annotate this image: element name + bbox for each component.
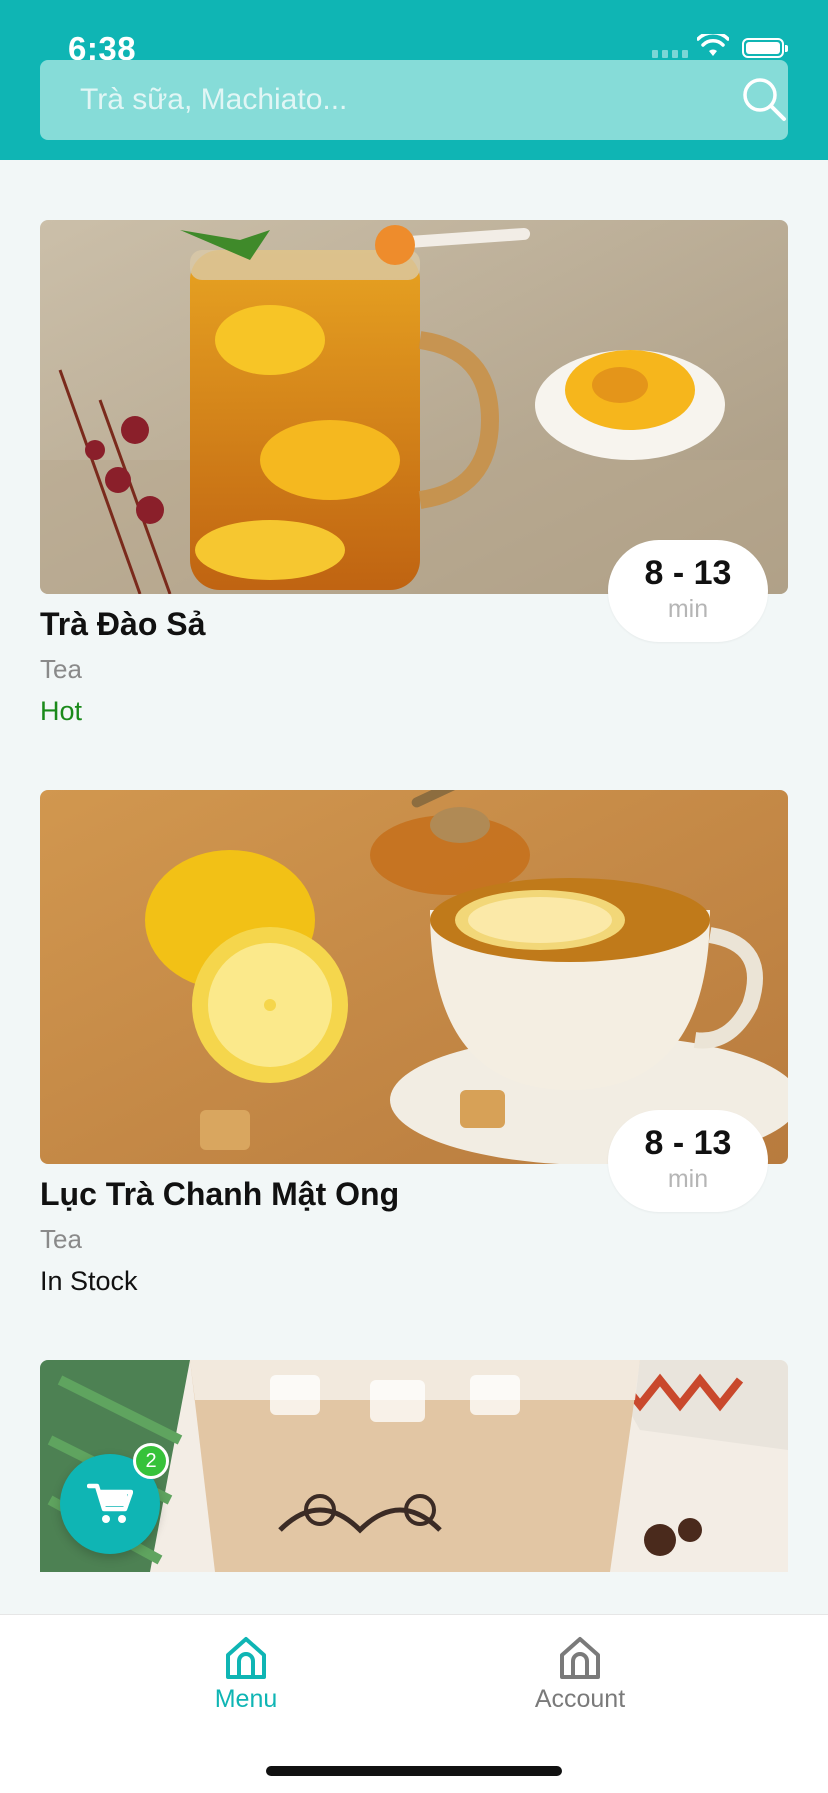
drink-name: Lục Trà Chanh Mật Ong	[40, 1176, 400, 1212]
drink-status: In Stock	[40, 1266, 138, 1296]
drink-name: Trà Đào Sả	[40, 606, 206, 642]
app-header: 6:38	[0, 0, 828, 160]
drink-status: Hot	[40, 696, 83, 726]
menu-item-card[interactable]: 8 - 13 min Lục Trà Chanh Mật Ong Tea In …	[40, 790, 788, 1310]
drink-photo	[40, 790, 788, 1164]
search-input[interactable]	[40, 60, 680, 140]
home-indicator	[266, 1766, 562, 1776]
drink-photo	[40, 220, 788, 594]
prep-time-range: 8 - 13	[644, 1124, 732, 1162]
prep-time-unit: min	[667, 595, 709, 623]
cellular-signal-icon	[652, 50, 688, 58]
cart-icon	[87, 1483, 133, 1523]
tab-label: Menu	[214, 1685, 278, 1713]
prep-time-badge: 8 - 13 min	[608, 540, 768, 642]
tab-label: Account	[534, 1685, 626, 1713]
search-icon[interactable]	[740, 75, 788, 123]
tab-account[interactable]: Account	[500, 1635, 660, 1714]
search-bar[interactable]	[40, 60, 788, 140]
cart-count-badge: 2	[133, 1443, 169, 1479]
drink-category: Tea	[40, 654, 82, 684]
home-icon	[226, 1637, 266, 1679]
drink-category: Tea	[40, 1224, 82, 1254]
menu-item-card[interactable]: 8 - 13 min Trà Đào Sả Tea Hot	[40, 220, 788, 740]
battery-icon	[742, 38, 788, 58]
wifi-icon	[697, 34, 729, 56]
prep-time-unit: min	[667, 1165, 709, 1193]
prep-time-badge: 8 - 13 min	[608, 1110, 768, 1212]
tab-menu[interactable]: Menu	[166, 1635, 326, 1714]
prep-time-range: 8 - 13	[644, 554, 732, 592]
home-icon	[560, 1637, 600, 1679]
